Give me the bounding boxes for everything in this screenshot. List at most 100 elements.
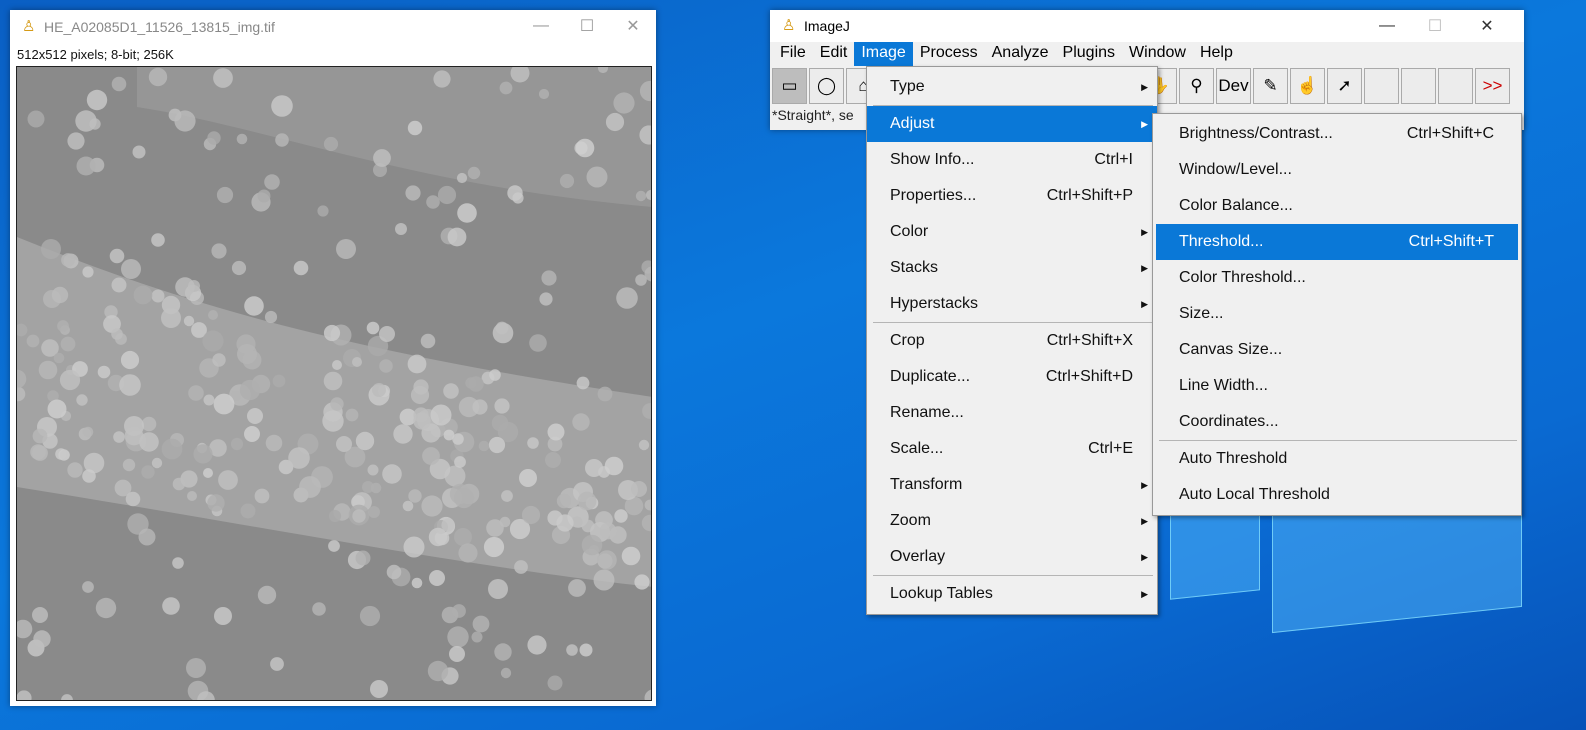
shortcut-label: Ctrl+Shift+P [1046, 187, 1133, 204]
menu-window[interactable]: Window [1122, 42, 1193, 66]
tool-button[interactable]: Dev [1216, 68, 1251, 104]
menu-item-stacks[interactable]: Stacks ▶ [867, 250, 1157, 286]
shortcut-label: Ctrl+Shift+X [1046, 332, 1133, 349]
tool-button[interactable]: ☝ [1290, 68, 1325, 104]
maximize-button[interactable]: ☐ [564, 10, 610, 42]
menu-item-crop[interactable]: Crop Ctrl+Shift+X [867, 323, 1157, 359]
submenu-arrow-icon: ▶ [1141, 118, 1148, 129]
menu-item-size[interactable]: Size... [1156, 296, 1518, 332]
submenu-arrow-icon: ▶ [1141, 551, 1148, 562]
menu-item-lookup-tables[interactable]: Lookup Tables ▶ [867, 576, 1157, 612]
tool-button[interactable] [1364, 68, 1399, 104]
menu-item-label: Adjust [890, 115, 935, 132]
menu-item-label: Properties... [890, 187, 977, 204]
shortcut-label: Ctrl+E [1088, 440, 1133, 457]
close-button[interactable]: ✕ [610, 10, 656, 42]
menu-item-coordinates[interactable]: Coordinates... [1156, 404, 1518, 440]
menu-item-adjust[interactable]: Adjust ▶ [867, 106, 1157, 142]
menu-item-label: Size... [1179, 305, 1224, 322]
menu-item-color-threshold[interactable]: Color Threshold... [1156, 260, 1518, 296]
menu-item-brightness-contrast[interactable]: Brightness/Contrast... Ctrl+Shift+C [1156, 116, 1518, 152]
status-text: *Straight*, se [772, 107, 854, 123]
window-title: HE_A02085D1_11526_13815_img.tif [44, 19, 275, 35]
menu-item-label: Duplicate... [890, 368, 971, 385]
menu-item-label: Transform [890, 476, 963, 493]
menu-bar: File Edit Image Process Analyze Plugins Window… [770, 42, 1524, 66]
menu-item-transform[interactable]: Transform ▶ [867, 467, 1157, 503]
windows-logo-pane [1170, 505, 1260, 600]
microscope-icon: ♙ [782, 17, 796, 34]
image-info: 512x512 pixels; 8-bit; 256K [17, 47, 174, 62]
submenu-arrow-icon: ▶ [1141, 226, 1148, 237]
menu-plugins[interactable]: Plugins [1056, 42, 1122, 66]
close-button[interactable]: ✕ [1464, 10, 1510, 42]
shortcut-label: Ctrl+Shift+C [1406, 125, 1494, 142]
submenu-arrow-icon: ▶ [1141, 262, 1148, 273]
menu-item-label: Auto Local Threshold [1179, 486, 1330, 503]
menu-item-label: Zoom [890, 512, 931, 529]
menu-item-label: Rename... [890, 404, 964, 421]
menu-file[interactable]: File [773, 42, 813, 66]
menu-item-duplicate[interactable]: Duplicate... Ctrl+Shift+D [867, 359, 1157, 395]
window-title: ImageJ [804, 18, 850, 34]
menu-item-rename[interactable]: Rename... [867, 395, 1157, 431]
menu-item-label: Window/Level... [1179, 161, 1292, 178]
microscope-icon: ♙ [22, 18, 36, 35]
tool-button[interactable] [1401, 68, 1436, 104]
menu-item-auto-threshold[interactable]: Auto Threshold [1156, 441, 1518, 477]
menu-item-label: Hyperstacks [890, 295, 979, 312]
menu-item-label: Brightness/Contrast... [1179, 125, 1333, 142]
tool-button[interactable]: ➚ [1327, 68, 1362, 104]
menu-item-overlay[interactable]: Overlay ▶ [867, 539, 1157, 575]
maximize-button[interactable]: ☐ [1412, 10, 1458, 42]
tool-button[interactable]: ◯ [809, 68, 844, 104]
tool-button[interactable]: ✎ [1253, 68, 1288, 104]
menu-item-label: Stacks [890, 259, 939, 276]
image-window: ♙ HE_A02085D1_11526_13815_img.tif — ☐ ✕ … [10, 10, 656, 706]
menu-item-label: Line Width... [1179, 377, 1268, 394]
submenu-arrow-icon: ▶ [1141, 588, 1148, 599]
shortcut-label: Ctrl+I [1094, 151, 1133, 168]
menu-item-color-balance[interactable]: Color Balance... [1156, 188, 1518, 224]
menu-process[interactable]: Process [913, 42, 985, 66]
adjust-submenu: Brightness/Contrast... Ctrl+Shift+C Window… [1152, 113, 1522, 516]
title-bar[interactable]: ♙ ImageJ [770, 10, 1524, 42]
menu-item-color[interactable]: Color ▶ [867, 214, 1157, 250]
submenu-arrow-icon: ▶ [1141, 515, 1148, 526]
menu-item-label: Canvas Size... [1179, 341, 1283, 358]
menu-item-label: Overlay [890, 548, 946, 565]
tool-button[interactable]: >> [1475, 68, 1510, 104]
menu-item-label: Color [890, 223, 929, 240]
image-canvas[interactable] [16, 66, 652, 701]
menu-analyze[interactable]: Analyze [985, 42, 1056, 66]
menu-item-label: Threshold... [1179, 233, 1264, 250]
tool-button[interactable]: ⚲ [1179, 68, 1214, 104]
minimize-button[interactable]: — [1364, 10, 1410, 42]
submenu-arrow-icon: ▶ [1141, 81, 1148, 92]
menu-item-show-info[interactable]: Show Info... Ctrl+I [867, 142, 1157, 178]
menu-item-auto-local-threshold[interactable]: Auto Local Threshold [1156, 477, 1518, 513]
menu-edit[interactable]: Edit [813, 42, 855, 66]
menu-image[interactable]: Image [854, 42, 913, 66]
tool-button[interactable] [1438, 68, 1473, 104]
menu-item-label: Type [890, 78, 925, 95]
minimize-button[interactable]: — [518, 10, 564, 42]
menu-item-hyperstacks[interactable]: Hyperstacks ▶ [867, 286, 1157, 322]
menu-item-window-level[interactable]: Window/Level... [1156, 152, 1518, 188]
menu-help[interactable]: Help [1193, 42, 1240, 66]
menu-item-threshold[interactable]: Threshold... Ctrl+Shift+T [1156, 224, 1518, 260]
menu-item-canvas-size[interactable]: Canvas Size... [1156, 332, 1518, 368]
menu-item-type[interactable]: Type ▶ [867, 69, 1157, 105]
menu-item-scale[interactable]: Scale... Ctrl+E [867, 431, 1157, 467]
tool-button[interactable]: ▭ [772, 68, 807, 104]
menu-item-line-width[interactable]: Line Width... [1156, 368, 1518, 404]
shortcut-label: Ctrl+Shift+D [1045, 368, 1133, 385]
menu-item-properties[interactable]: Properties... Ctrl+Shift+P [867, 178, 1157, 214]
menu-item-label: Coordinates... [1179, 413, 1279, 430]
menu-item-label: Show Info... [890, 151, 975, 168]
menu-item-zoom[interactable]: Zoom ▶ [867, 503, 1157, 539]
submenu-arrow-icon: ▶ [1141, 479, 1148, 490]
shortcut-label: Ctrl+Shift+T [1408, 233, 1494, 250]
submenu-arrow-icon: ▶ [1141, 298, 1148, 309]
menu-item-label: Lookup Tables [890, 585, 993, 602]
